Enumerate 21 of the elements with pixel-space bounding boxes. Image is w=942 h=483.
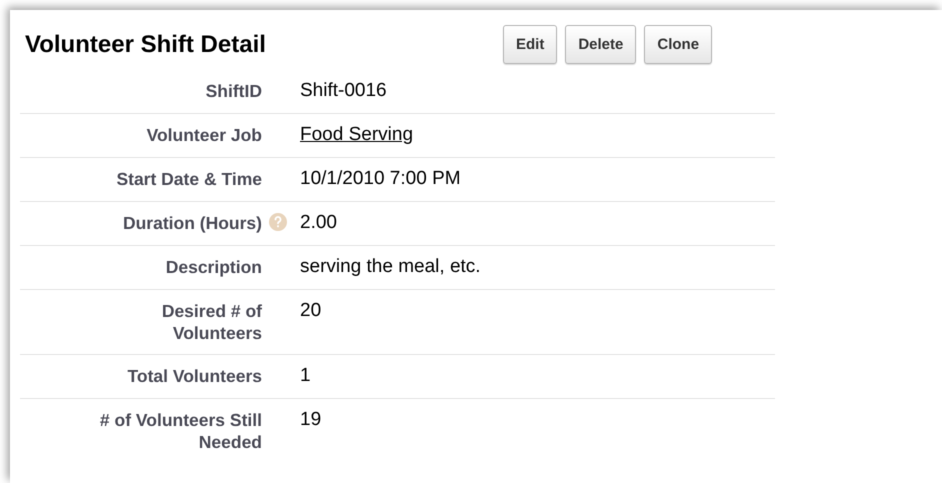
field-value: 2.00 (300, 212, 337, 233)
action-button[interactable]: Edit (503, 25, 558, 64)
field-value: 19 (300, 409, 322, 430)
action-button[interactable]: Clone (644, 25, 712, 64)
field-label: Duration (Hours) (122, 212, 262, 234)
field-value: Shift-0016 (300, 80, 387, 101)
action-button[interactable]: Delete (565, 25, 636, 64)
field-label: Desired # of Volunteers (160, 300, 262, 344)
job-link[interactable]: Food Serving (300, 124, 414, 145)
field-value: 10/1/2010 7:00 PM (300, 168, 461, 189)
field-value: 1 (300, 365, 311, 386)
field-label: Total Volunteers (127, 365, 262, 387)
field-label: Start Date & Time (116, 168, 262, 190)
page-title: Volunteer Shift Detail (25, 30, 267, 58)
field-label: Description (166, 256, 262, 278)
field-label: ShiftID (206, 80, 262, 102)
field-label: Volunteer Job (146, 124, 262, 146)
field-value: 20 (300, 300, 322, 321)
field-label: # of Volunteers Still Needed (98, 409, 262, 453)
help-icon[interactable] (268, 212, 288, 232)
field-value: serving the meal, etc. (300, 256, 481, 277)
